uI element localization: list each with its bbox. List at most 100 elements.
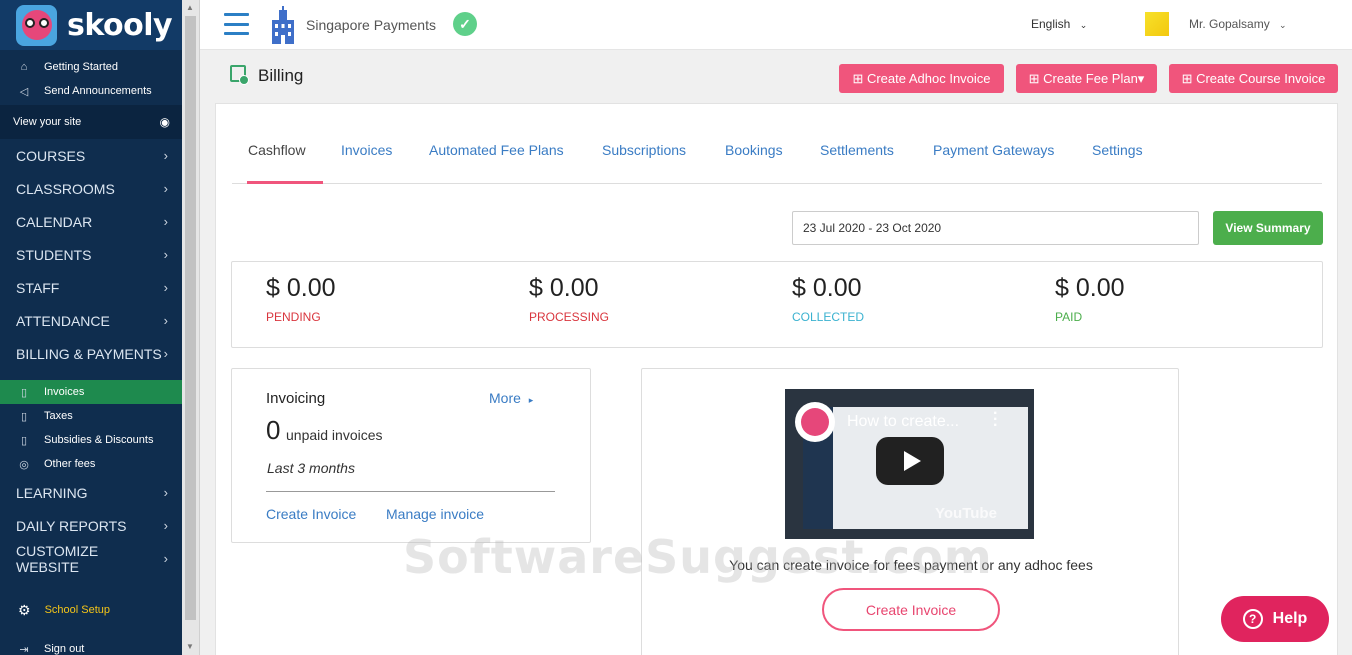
sidebar-item-label: CLASSROOMS [16, 180, 115, 197]
sidebar-item-label: Send Announcements [44, 85, 152, 97]
user-name: Mr. Gopalsamy [1189, 17, 1270, 31]
sidebar-scrollbar[interactable]: ▲ ▼ [182, 0, 200, 655]
stat-label: PENDING [266, 310, 321, 324]
sidebar-item-label: Other fees [44, 458, 96, 470]
tab-payment-gateways[interactable]: Payment Gateways [933, 142, 1054, 158]
sidebar-item-classrooms[interactable]: CLASSROOMS › [0, 172, 182, 205]
avatar[interactable] [1145, 12, 1169, 36]
chevron-right-icon: › [163, 551, 168, 566]
date-range-input[interactable]: 23 Jul 2020 - 23 Oct 2020 [792, 211, 1199, 245]
sidebar-item-label: Sign out [44, 643, 85, 655]
sidebar-item-learning[interactable]: LEARNING › [0, 476, 182, 509]
page-title: Billing [258, 66, 304, 85]
stat-label: COLLECTED [792, 310, 865, 324]
manage-invoice-link[interactable]: Manage invoice [386, 506, 484, 522]
play-button-icon[interactable] [876, 437, 944, 485]
sidebar-item-school-setup[interactable]: ⚙ School Setup [0, 595, 182, 625]
stat-amount: $ 0.00 [529, 274, 599, 302]
logo[interactable]: skooly [0, 0, 182, 50]
unpaid-count: 0 [266, 415, 281, 445]
active-tab-indicator [247, 181, 323, 184]
sidebar-item-subsidies-discounts[interactable]: ▯ Subsidies & Discounts [0, 428, 182, 452]
sidebar-item-taxes[interactable]: ▯ Taxes [0, 404, 182, 428]
chevron-right-icon: › [163, 346, 168, 361]
sidebar-item-billing-payments[interactable]: BILLING & PAYMENTS › [0, 337, 182, 370]
youtube-logo[interactable]: YouTube [935, 505, 997, 522]
chevron-right-icon: › [163, 181, 168, 196]
sidebar-item-daily-reports[interactable]: DAILY REPORTS › [0, 509, 182, 542]
school-building-icon [272, 6, 294, 44]
tab-bookings[interactable]: Bookings [725, 142, 783, 158]
video-title[interactable]: How to create... [847, 413, 959, 431]
sidebar-item-other-fees[interactable]: ◎ Other fees [0, 452, 182, 476]
sidebar-item-label: LEARNING [16, 484, 88, 501]
watermark: SoftwareSuggest.com [403, 530, 993, 584]
question-icon: ? [1242, 609, 1263, 629]
scroll-thumb[interactable] [185, 16, 196, 620]
top-bar: Singapore Payments ✓ English ⌄ Mr. Gopal… [200, 0, 1352, 50]
create-fee-plan-button[interactable]: ⊞ Create Fee Plan▾ [1016, 64, 1157, 93]
sidebar-item-students[interactable]: STUDENTS › [0, 238, 182, 271]
tab-subscriptions[interactable]: Subscriptions [602, 142, 686, 158]
stats-panel: $ 0.00 PENDING $ 0.00 PROCESSING $ 0.00 … [231, 261, 1323, 348]
language-label: English [1031, 17, 1071, 31]
chevron-right-icon: › [163, 313, 168, 328]
sidebar-item-calendar[interactable]: CALENDAR › [0, 205, 182, 238]
sidebar-item-send-announcements[interactable]: ◁ Send Announcements [0, 79, 182, 103]
stat-amount: $ 0.00 [266, 274, 336, 302]
more-label: More [489, 390, 521, 406]
megaphone-icon: ◁ [19, 85, 29, 98]
sidebar-item-label: Subsidies & Discounts [44, 434, 154, 446]
stat-collected: $ 0.00 COLLECTED [792, 274, 864, 324]
scroll-down-arrow-icon[interactable]: ▼ [186, 642, 194, 651]
scroll-up-arrow-icon[interactable]: ▲ [186, 3, 194, 12]
channel-avatar-icon[interactable] [795, 402, 835, 442]
period-label: Last 3 months [267, 460, 355, 476]
view-your-site[interactable]: View your site ◉ [0, 105, 182, 139]
help-button[interactable]: ? Help [1221, 596, 1329, 642]
chevron-right-icon: › [163, 148, 168, 163]
unpaid-label: unpaid invoices [286, 427, 383, 443]
create-course-invoice-button[interactable]: ⊞ Create Course Invoice [1169, 64, 1338, 93]
create-invoice-button[interactable]: Create Invoice [822, 588, 1000, 631]
create-invoice-link[interactable]: Create Invoice [266, 506, 356, 522]
sidebar-item-getting-started[interactable]: ⌂ Getting Started [0, 55, 182, 79]
user-menu-dropdown[interactable]: Mr. Gopalsamy ⌄ [1189, 17, 1287, 31]
hamburger-menu-icon[interactable] [224, 13, 249, 35]
bookmark-icon: ▯ [20, 386, 28, 399]
create-adhoc-invoice-button[interactable]: ⊞ Create Adhoc Invoice [839, 64, 1004, 93]
sidebar-item-customize-website[interactable]: CUSTOMIZE WEBSITE › [0, 542, 182, 575]
chevron-right-icon: › [163, 247, 168, 262]
tab-bar: Cashflow Invoices Automated Fee Plans Su… [232, 128, 1322, 184]
language-dropdown[interactable]: English ⌄ [1031, 17, 1087, 31]
sidebar-item-label: ATTENDANCE [16, 312, 110, 329]
more-link[interactable]: More ▸ [489, 390, 533, 406]
divider [266, 491, 555, 492]
sidebar-item-staff[interactable]: STAFF › [0, 271, 182, 304]
chevron-right-icon: › [163, 485, 168, 500]
sidebar: skooly ⌂ Getting Started ◁ Send Announce… [0, 0, 182, 655]
video-player[interactable]: How to create... · · · YouTube [785, 389, 1034, 539]
chevron-right-icon: › [163, 214, 168, 229]
sidebar-item-sign-out[interactable]: ⇥ Sign out [0, 637, 182, 655]
sidebar-item-invoices[interactable]: ▯ Invoices [0, 380, 182, 404]
tab-cashflow[interactable]: Cashflow [248, 142, 306, 158]
more-vertical-icon[interactable]: · · · [993, 406, 998, 434]
home-icon: ⌂ [20, 61, 28, 73]
sidebar-item-courses[interactable]: COURSES › [0, 139, 182, 172]
sidebar-item-label: STUDENTS [16, 246, 92, 263]
invoicing-title: Invoicing [266, 390, 326, 407]
stat-label: PAID [1055, 310, 1083, 324]
bookmark-icon: ▯ [20, 434, 28, 447]
sidebar-item-attendance[interactable]: ATTENDANCE › [0, 304, 182, 337]
tab-automated-fee-plans[interactable]: Automated Fee Plans [429, 142, 564, 158]
tab-invoices[interactable]: Invoices [341, 142, 392, 158]
sidebar-item-label: Getting Started [44, 61, 118, 73]
tab-settings[interactable]: Settings [1092, 142, 1143, 158]
chevron-down-icon: ⌄ [1079, 20, 1088, 30]
sidebar-item-label: CALENDAR [16, 213, 93, 230]
tab-settlements[interactable]: Settlements [820, 142, 894, 158]
view-summary-button[interactable]: View Summary [1213, 211, 1323, 245]
sidebar-item-label: COURSES [16, 147, 86, 164]
stat-label: PROCESSING [529, 310, 610, 324]
